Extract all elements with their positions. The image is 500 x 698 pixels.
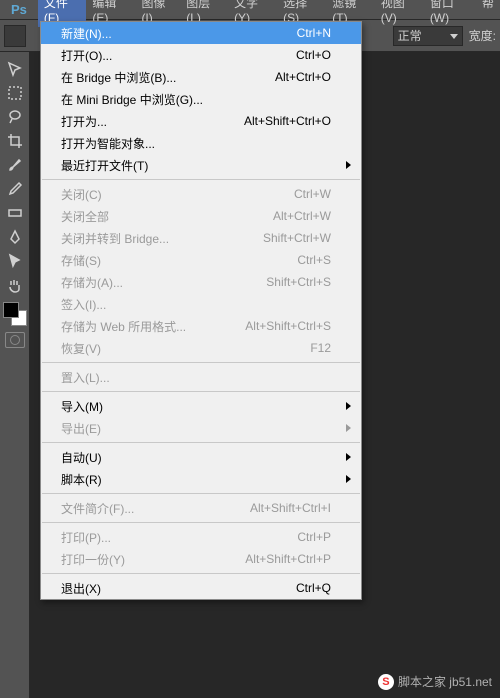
menu-item[interactable]: 在 Mini Bridge 中浏览(G)... [41,88,361,110]
menu-item-label: 存储为(A)... [61,274,266,291]
menu-item-shortcut: Ctrl+Q [296,581,331,595]
watermark-text: 脚本之家 jb51.net [398,673,492,690]
menu-item-shortcut: Alt+Ctrl+O [275,70,331,84]
menu-item-label: 退出(X) [61,580,296,597]
pen-tool[interactable] [3,226,27,248]
menu-item-label: 新建(N)... [61,25,297,42]
menu-item: 存储为(A)...Shift+Ctrl+S [41,271,361,293]
brush-tool[interactable] [3,154,27,176]
blend-mode-dropdown[interactable]: 正常 [393,26,463,46]
menu-separator [42,442,360,443]
menu-7[interactable]: 视图(V) [375,0,424,27]
menu-item[interactable]: 打开为智能对象... [41,132,361,154]
menu-item-label: 打印(P)... [61,529,297,546]
menu-item-label: 恢复(V) [61,340,310,357]
hand-tool[interactable] [3,274,27,296]
menu-item-label: 在 Bridge 中浏览(B)... [61,69,275,86]
menu-item: 关闭并转到 Bridge...Shift+Ctrl+W [41,227,361,249]
tools-panel [0,52,30,698]
menu-item-shortcut: Shift+Ctrl+W [263,231,331,245]
menu-item: 文件简介(F)...Alt+Shift+Ctrl+I [41,497,361,519]
menu-item-label: 打印一份(Y) [61,551,245,568]
menu-item[interactable]: 导入(M) [41,395,361,417]
menu-item: 存储(S)Ctrl+S [41,249,361,271]
menu-8[interactable]: 窗口(W) [424,0,476,27]
menu-9[interactable]: 帮 [476,0,500,27]
move-tool[interactable] [3,58,27,80]
menu-item-label: 打开(O)... [61,47,296,64]
menu-item[interactable]: 新建(N)...Ctrl+N [41,22,361,44]
menu-item-label: 自动(U) [61,449,331,466]
app-logo: Ps [0,0,38,20]
quick-mask-toggle[interactable] [5,332,25,348]
menu-item-label: 存储(S) [61,252,297,269]
menu-item-shortcut: Alt+Shift+Ctrl+S [245,319,331,333]
menu-item-label: 导入(M) [61,398,331,415]
crop-tool[interactable] [3,130,27,152]
menu-item-label: 导出(E) [61,420,331,437]
menubar: Ps 文件(F)编辑(E)图像(I)图层(L)文字(Y)选择(S)滤镜(T)视图… [0,0,500,20]
menu-item: 置入(L)... [41,366,361,388]
menu-item-shortcut: Alt+Shift+Ctrl+P [245,552,331,566]
menu-item-shortcut: Ctrl+P [297,530,331,544]
menu-item: 打印(P)...Ctrl+P [41,526,361,548]
menu-item-label: 签入(I)... [61,296,331,313]
menu-item-label: 置入(L)... [61,369,331,386]
menu-item-label: 关闭并转到 Bridge... [61,230,263,247]
menu-item-shortcut: Ctrl+S [297,253,331,267]
menu-item[interactable]: 在 Bridge 中浏览(B)...Alt+Ctrl+O [41,66,361,88]
menu-separator [42,522,360,523]
menu-item-shortcut: Ctrl+N [297,26,331,40]
watermark: S 脚本之家 jb51.net [378,673,492,690]
file-menu-dropdown: 新建(N)...Ctrl+N打开(O)...Ctrl+O在 Bridge 中浏览… [40,21,362,600]
menu-item: 恢复(V)F12 [41,337,361,359]
menu-item-shortcut: F12 [310,341,331,355]
lasso-tool[interactable] [3,106,27,128]
path-selection-tool[interactable] [3,250,27,272]
menu-separator [42,179,360,180]
menu-separator [42,573,360,574]
width-label: 宽度: [469,27,496,44]
menu-item: 签入(I)... [41,293,361,315]
menu-item-shortcut: Alt+Ctrl+W [273,209,331,223]
gradient-tool[interactable] [3,202,27,224]
menu-item-shortcut: Alt+Shift+Ctrl+I [250,501,331,515]
menu-item[interactable]: 最近打开文件(T) [41,154,361,176]
menu-item-label: 打开为... [61,113,244,130]
menu-item: 存储为 Web 所用格式...Alt+Shift+Ctrl+S [41,315,361,337]
foreground-swatch[interactable] [3,302,19,318]
watermark-icon: S [378,674,394,690]
menu-item-shortcut: Ctrl+W [294,187,331,201]
menu-item: 打印一份(Y)Alt+Shift+Ctrl+P [41,548,361,570]
menu-item: 导出(E) [41,417,361,439]
menu-item-label: 存储为 Web 所用格式... [61,318,245,335]
menu-item[interactable]: 脚本(R) [41,468,361,490]
menu-item: 关闭(C)Ctrl+W [41,183,361,205]
menu-item-label: 脚本(R) [61,471,331,488]
menu-item-shortcut: Alt+Shift+Ctrl+O [244,114,331,128]
marquee-tool[interactable] [3,82,27,104]
menu-separator [42,493,360,494]
menu-item[interactable]: 自动(U) [41,446,361,468]
menu-item-label: 文件简介(F)... [61,500,250,517]
menu-separator [42,391,360,392]
menu-item-label: 最近打开文件(T) [61,157,331,174]
menu-item[interactable]: 打开(O)...Ctrl+O [41,44,361,66]
menu-item-label: 关闭(C) [61,186,294,203]
color-swatches[interactable] [3,302,27,326]
menu-item-label: 关闭全部 [61,208,273,225]
menu-item-shortcut: Shift+Ctrl+S [266,275,331,289]
menu-item-label: 打开为智能对象... [61,135,331,152]
menu-item[interactable]: 打开为...Alt+Shift+Ctrl+O [41,110,361,132]
menu-item[interactable]: 退出(X)Ctrl+Q [41,577,361,599]
menu-item-label: 在 Mini Bridge 中浏览(G)... [61,91,331,108]
tool-preset-picker[interactable] [4,25,26,47]
menu-item: 关闭全部Alt+Ctrl+W [41,205,361,227]
menu-separator [42,362,360,363]
eyedropper-tool[interactable] [3,178,27,200]
menu-item-shortcut: Ctrl+O [296,48,331,62]
